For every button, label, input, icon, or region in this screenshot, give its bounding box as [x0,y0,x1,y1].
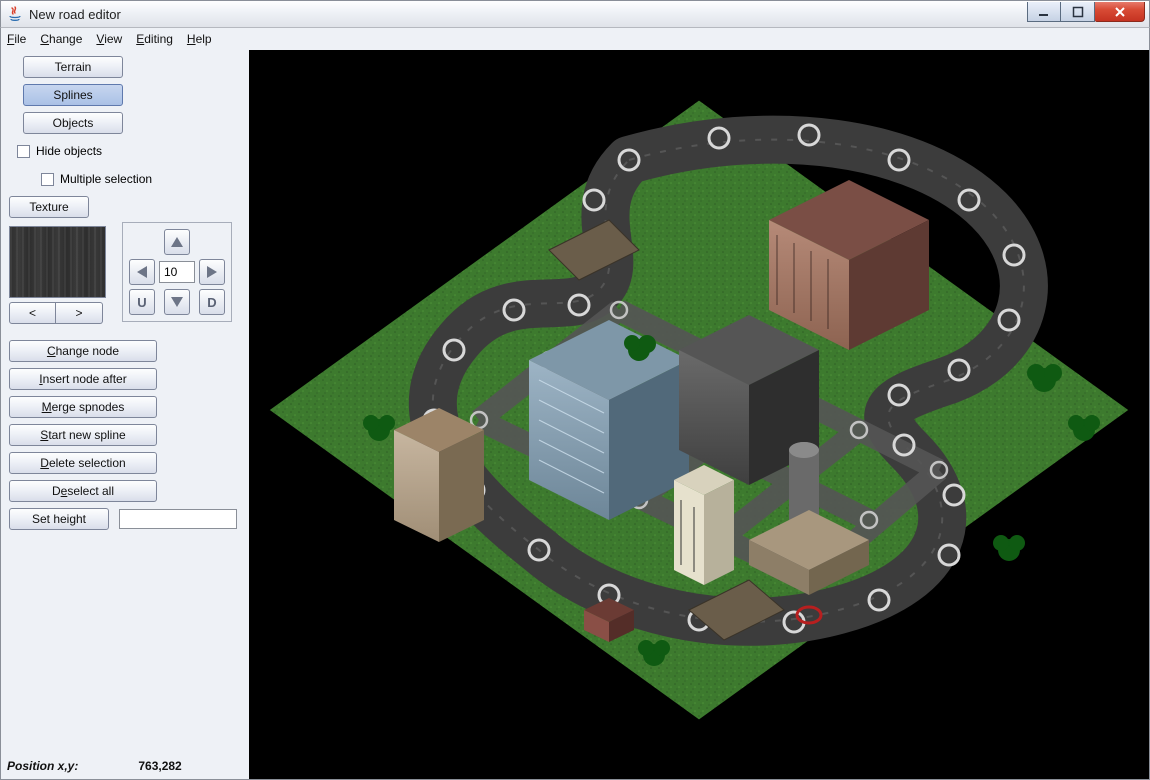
hide-objects-row[interactable]: Hide objects [17,144,241,158]
set-height-input[interactable] [119,509,237,529]
tab-objects[interactable]: Objects [23,112,123,134]
menu-editing[interactable]: Editing [136,32,173,46]
arrow-left-icon [137,266,147,278]
change-node-button[interactable]: Change node [9,340,157,362]
status-value: 763,282 [138,759,181,773]
nav-step-input[interactable] [159,261,195,283]
tab-terrain[interactable]: Terrain [23,56,123,78]
start-new-spline-button[interactable]: Start new spline [9,424,157,446]
nav-u-button[interactable]: U [129,289,155,315]
sidebar: Terrain Splines Objects Hide objects Mul… [1,50,249,779]
java-icon [7,6,23,22]
window-body: File Change View Editing Help Terrain Sp… [0,28,1150,780]
texture-next-button[interactable]: > [56,302,103,324]
hide-objects-label: Hide objects [36,144,102,158]
menu-change[interactable]: Change [40,32,82,46]
nav-up-button[interactable] [164,229,190,255]
multiple-selection-checkbox[interactable] [41,173,54,186]
nav-left-button[interactable] [129,259,155,285]
delete-selection-button[interactable]: Delete selection [9,452,157,474]
texture-prev-button[interactable]: < [9,302,56,324]
arrow-down-icon [171,297,183,307]
nav-pad: U D [122,222,232,322]
merge-spnodes-button[interactable]: Merge spnodes [9,396,157,418]
window-titlebar: New road editor [0,0,1150,28]
minimize-button[interactable] [1027,2,1061,22]
maximize-button[interactable] [1061,2,1095,22]
close-button[interactable] [1095,2,1145,22]
texture-swatch[interactable] [9,226,106,298]
window-title: New road editor [29,7,1027,22]
window-buttons [1027,2,1145,22]
tab-splines[interactable]: Splines [23,84,123,106]
viewport-3d[interactable] [249,50,1149,779]
hide-objects-checkbox[interactable] [17,145,30,158]
menubar: File Change View Editing Help [1,28,1149,51]
arrow-up-icon [171,237,183,247]
deselect-all-button[interactable]: Deselect all [9,480,157,502]
menu-view[interactable]: View [96,32,122,46]
insert-node-after-button[interactable]: Insert node after [9,368,157,390]
set-height-button[interactable]: Set height [9,508,109,530]
scene-canvas [249,50,1149,778]
menu-file[interactable]: File [7,32,26,46]
multiple-selection-label: Multiple selection [60,172,152,186]
multiple-selection-row[interactable]: Multiple selection [41,172,241,186]
arrow-right-icon [207,266,217,278]
menu-help[interactable]: Help [187,32,212,46]
nav-right-button[interactable] [199,259,225,285]
status-bar: Position x,y: 763,282 [7,759,182,773]
nav-d-button[interactable]: D [199,289,225,315]
nav-down-button[interactable] [164,289,190,315]
status-label: Position x,y: [7,759,78,773]
texture-button[interactable]: Texture [9,196,89,218]
